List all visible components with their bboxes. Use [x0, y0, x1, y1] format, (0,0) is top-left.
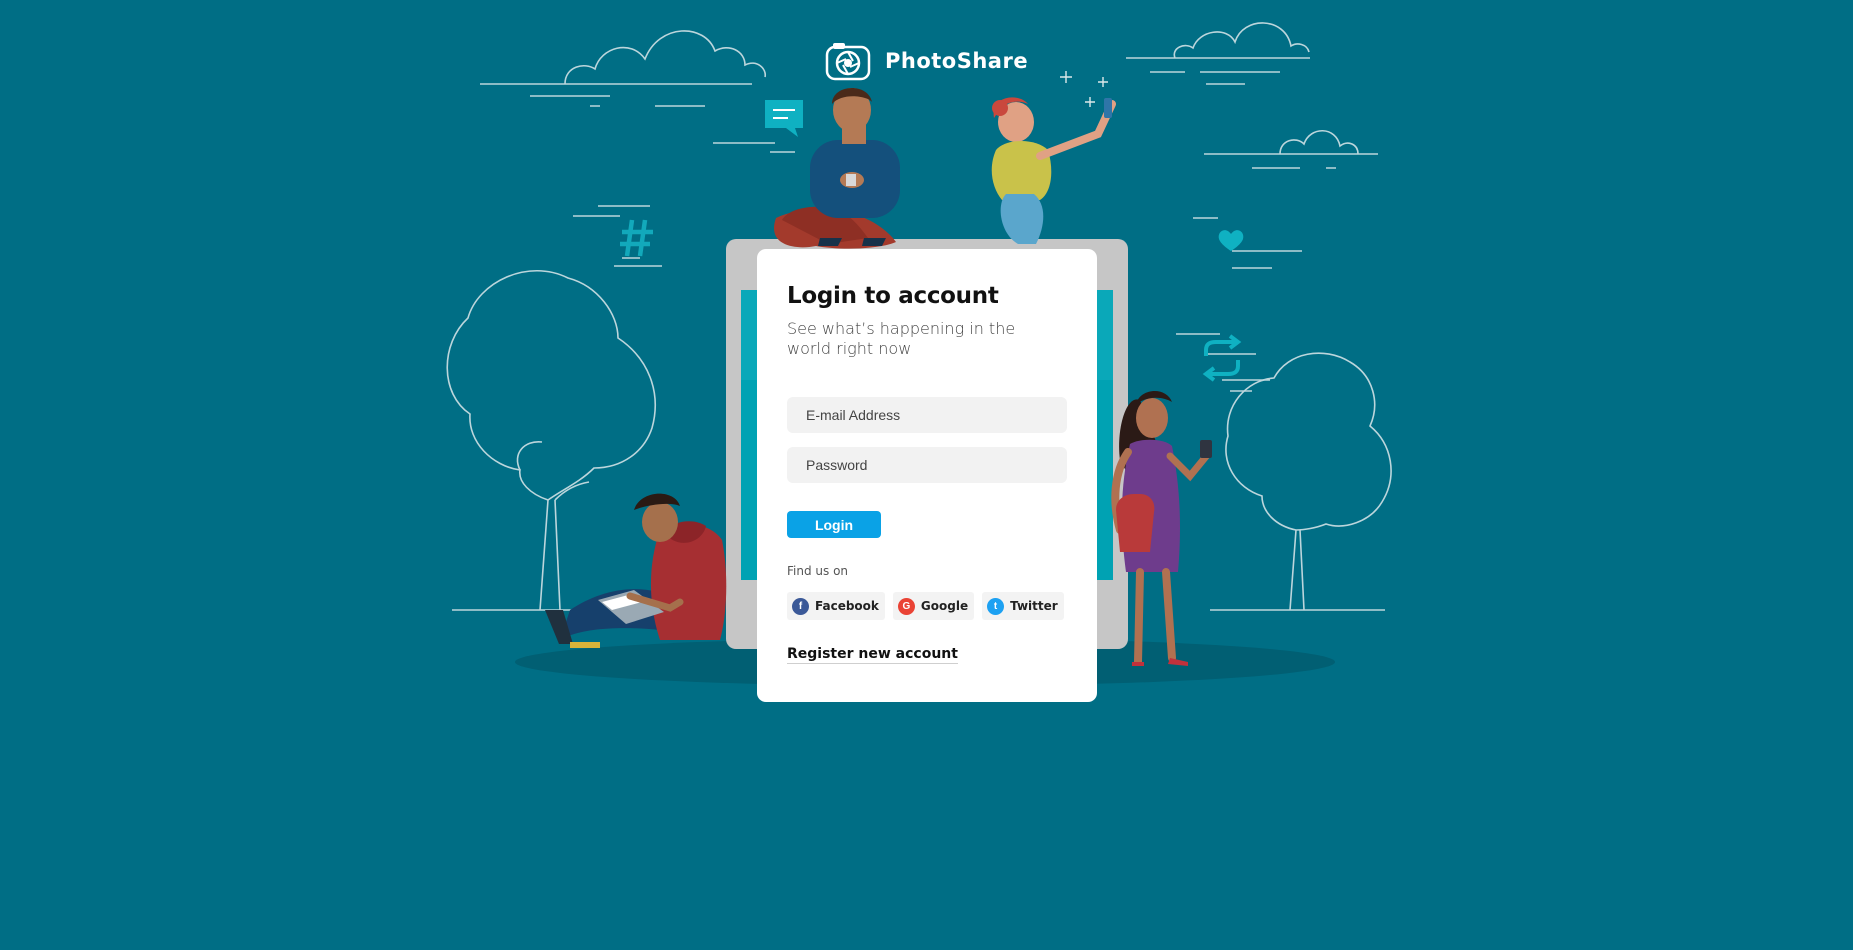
facebook-button[interactable]: f Facebook	[787, 592, 885, 620]
twitter-label: Twitter	[1010, 599, 1058, 613]
person-sitting-top-right	[991, 97, 1116, 244]
find-us-label: Find us on	[787, 564, 849, 578]
person-standing-with-phone	[1111, 390, 1212, 666]
login-button[interactable]: Login	[787, 511, 881, 538]
google-label: Google	[920, 599, 969, 613]
twitter-icon: t	[987, 597, 1005, 615]
tree-left	[446, 269, 656, 611]
chat-bubble-icon	[765, 100, 803, 137]
brand-header: PhotoShare	[825, 40, 1028, 82]
heart-icon	[1218, 230, 1244, 251]
twitter-button[interactable]: t Twitter	[982, 592, 1064, 620]
camera-aperture-icon	[825, 43, 871, 81]
sparkle-icon	[1060, 71, 1108, 107]
google-icon: G	[897, 597, 915, 615]
person-with-laptop	[545, 493, 727, 648]
retweet-icon	[1202, 334, 1242, 382]
login-title: Login to account	[787, 283, 999, 309]
login-subtitle: See what’s happening in the world right …	[787, 319, 1016, 358]
register-link[interactable]: Register new account	[787, 646, 958, 664]
facebook-label: Facebook	[815, 599, 879, 613]
social-buttons: f Facebook G Google t Twitter	[787, 592, 1067, 620]
facebook-icon: f	[792, 597, 809, 615]
google-button[interactable]: G Google	[892, 592, 975, 620]
email-input[interactable]	[787, 397, 1067, 433]
brand-name: PhotoShare	[885, 49, 1029, 73]
login-card: Login to account See what’s happening in…	[757, 249, 1097, 702]
hashtag-icon	[620, 219, 653, 257]
password-input[interactable]	[787, 447, 1067, 483]
